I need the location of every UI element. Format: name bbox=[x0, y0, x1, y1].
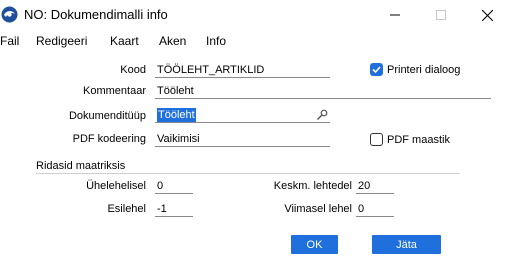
section-divider bbox=[36, 173, 460, 174]
kommentaar-label: Kommentaar bbox=[83, 85, 146, 97]
esilehel-field[interactable]: -1 bbox=[155, 202, 193, 217]
uhelehelisel-field[interactable]: 0 bbox=[155, 179, 193, 194]
window-title: NO: Dokumendimalli info bbox=[24, 7, 168, 22]
minimize-button[interactable] bbox=[372, 0, 418, 30]
menu-redigeeri[interactable]: Redigeeri bbox=[36, 34, 87, 48]
ok-button[interactable]: OK bbox=[291, 235, 338, 254]
close-icon bbox=[481, 9, 493, 21]
search-icon[interactable] bbox=[316, 109, 328, 122]
pdf-kodeering-label: PDF kodeering bbox=[72, 133, 146, 145]
menu-info[interactable]: Info bbox=[206, 34, 226, 48]
printeri-dialoog-checkbox[interactable] bbox=[370, 63, 383, 76]
keskm-lehtedel-field[interactable]: 20 bbox=[356, 179, 394, 194]
pdf-maastik-label: PDF maastik bbox=[387, 134, 450, 146]
pdf-kodeering-field[interactable]: Vaikimisi bbox=[155, 132, 330, 147]
viimasel-lehel-label: Viimasel lehel bbox=[284, 203, 352, 215]
viimasel-lehel-field[interactable]: 0 bbox=[356, 202, 394, 217]
maximize-button[interactable] bbox=[418, 0, 464, 30]
menu-aken[interactable]: Aken bbox=[159, 34, 186, 48]
menu-kaart[interactable]: Kaart bbox=[110, 34, 139, 48]
kood-label: Kood bbox=[120, 64, 146, 76]
keskm-lehtedel-label: Keskm. lehtedel bbox=[273, 180, 352, 192]
kommentaar-field[interactable]: Tööleht bbox=[155, 84, 491, 99]
dokumendituup-field[interactable]: Tööleht bbox=[155, 108, 330, 123]
printeri-dialoog-label: Printeri dialoog bbox=[387, 64, 461, 76]
menu-bar: Fail Redigeeri Kaart Aken Info bbox=[0, 30, 512, 52]
checkmark-icon bbox=[372, 66, 381, 74]
app-logo-icon bbox=[1, 6, 18, 23]
minimize-icon bbox=[390, 10, 400, 20]
kood-field[interactable]: TÖÖLEHT_ARTIKLID bbox=[155, 63, 330, 78]
section-ridasid-label: Ridasid maatriksis bbox=[36, 160, 126, 172]
menu-fail[interactable]: Fail bbox=[0, 34, 19, 48]
uhelehelisel-label: Ühelehelisel bbox=[86, 180, 146, 192]
pdf-maastik-checkbox[interactable] bbox=[370, 133, 383, 146]
dokumendituup-label: Dokumenditüüp bbox=[68, 110, 146, 122]
maximize-icon bbox=[436, 10, 446, 20]
close-button[interactable] bbox=[464, 0, 510, 30]
title-bar: NO: Dokumendimalli info bbox=[0, 0, 512, 30]
cancel-button[interactable]: Jäta bbox=[372, 235, 441, 254]
esilehel-label: Esilehel bbox=[107, 203, 146, 215]
